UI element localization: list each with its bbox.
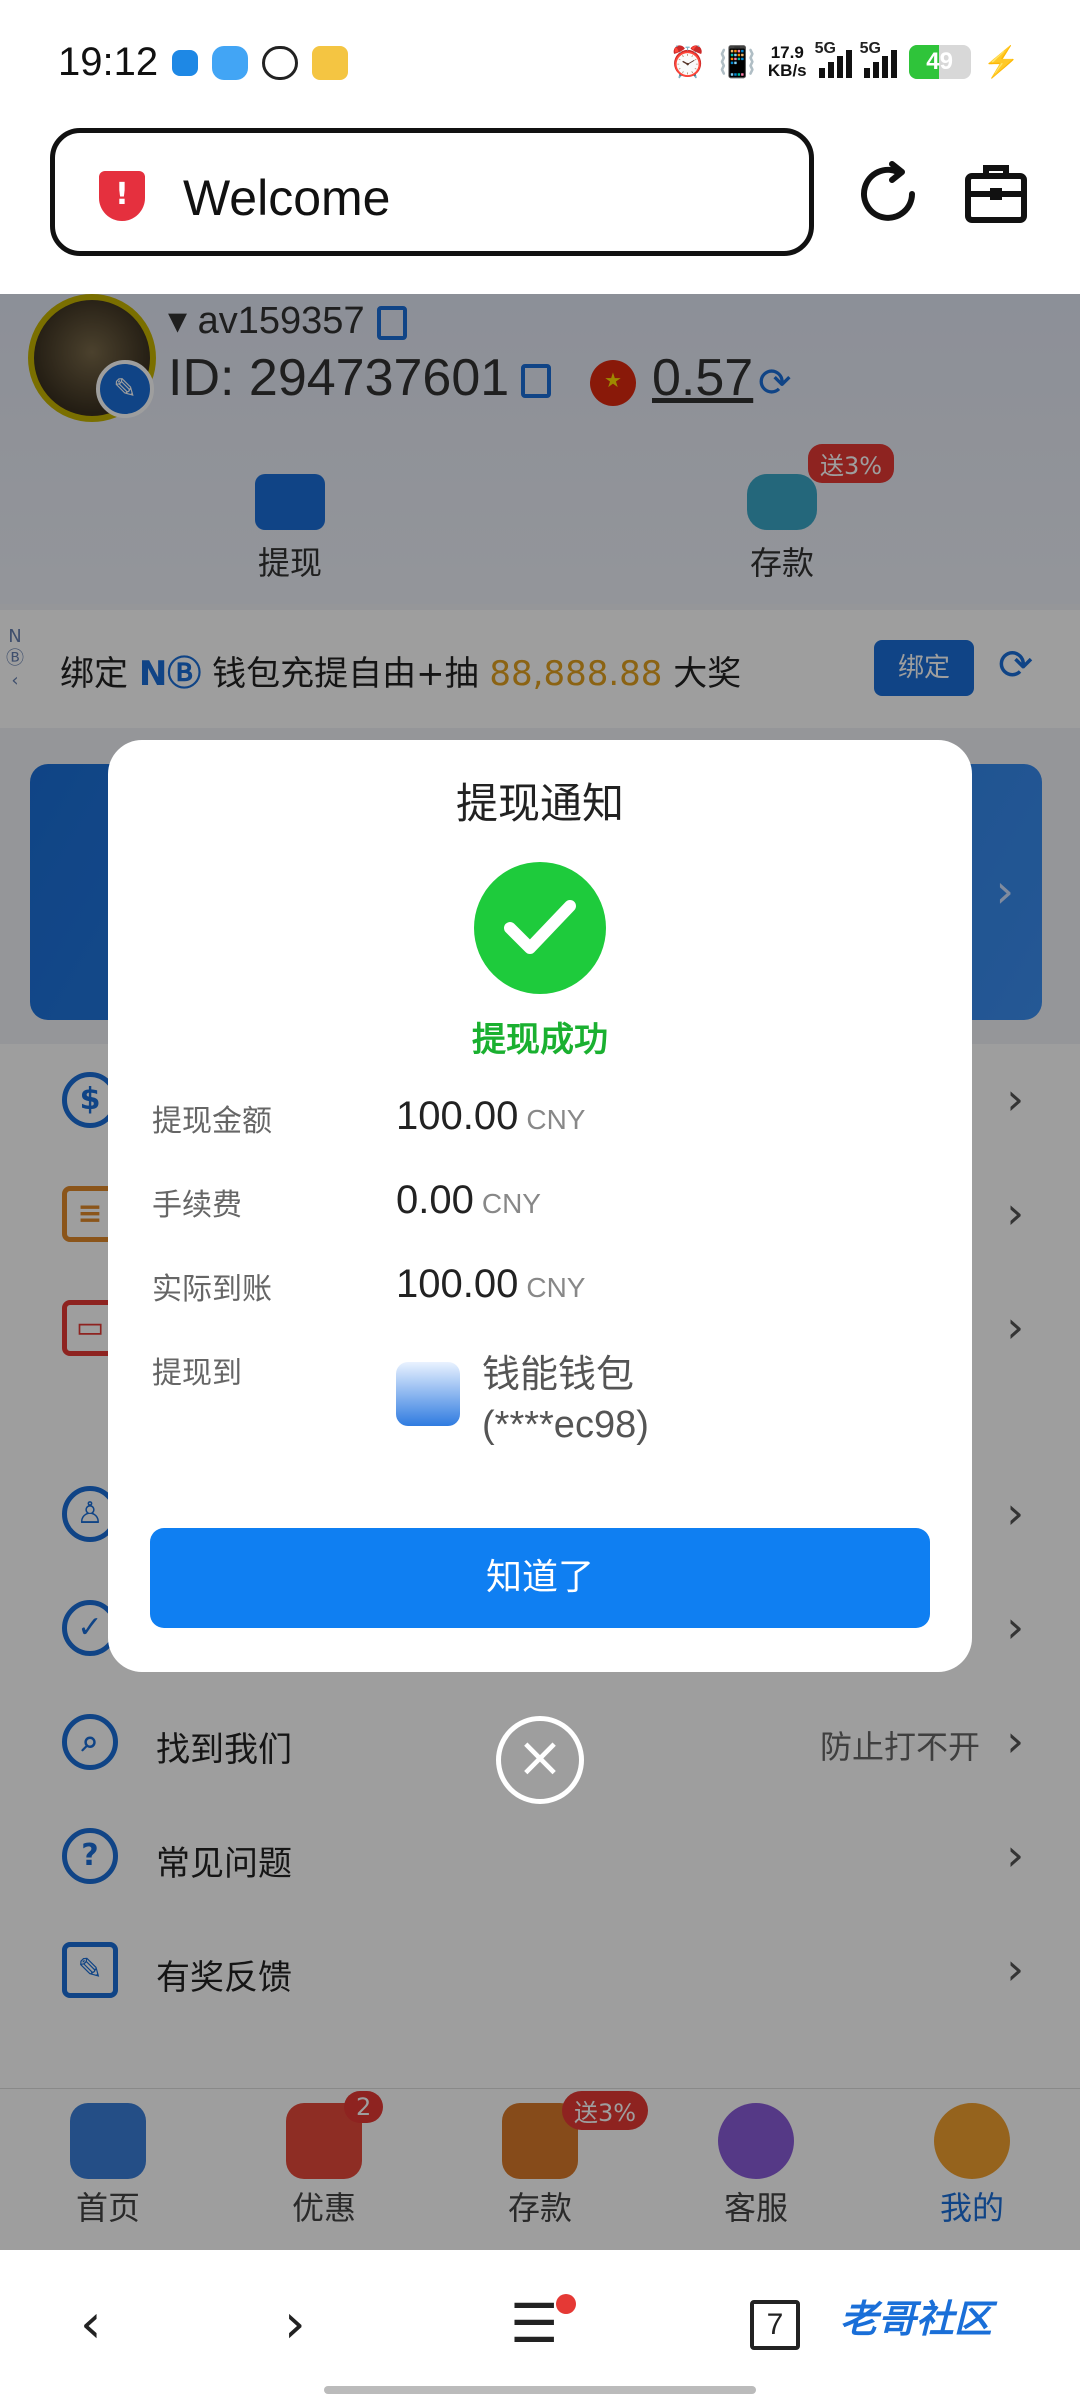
app-notification-icon [212,46,248,80]
back-icon[interactable]: ‹ [80,2292,102,2355]
fee-value: 0.00 CNY [396,1178,541,1222]
toolbox-icon[interactable] [960,158,1032,230]
alarm-icon: ⏰ [669,45,707,79]
amount-value: 100.00 CNY [396,1094,586,1138]
amount-label: 提现金额 [152,1104,272,1139]
withdraw-notice-dialog: 提现通知 提现成功 提现金额 100.00 CNY 手续费 0.00 CNY 实际到… [108,740,972,1672]
address-bar[interactable]: ! Welcome [50,128,814,256]
watermark-logo: 老哥社区 [840,2297,993,2341]
dialog-title: 提现通知 [455,779,624,828]
signal-5g-icon: 5G [815,40,852,78]
charging-icon: ⚡ [982,45,1020,79]
gesture-bar[interactable] [324,2386,756,2394]
tabs-count-button[interactable]: 7 [750,2300,800,2350]
vibrate-icon: 📳 [718,45,756,79]
close-icon[interactable]: × [496,1716,584,1804]
status-notification-icons [172,46,348,80]
status-time: 19:12 [58,40,159,84]
status-indicators: ⏰ 📳 17.9 KB/s 5G 5G 49 ⚡ [669,40,1020,80]
signal-5g-icon: 5G [860,40,897,78]
notification-dot [556,2294,576,2314]
menu-icon[interactable]: ☰ [510,2292,558,2355]
page-title: Welcome [183,170,391,226]
browser-nav-bar: ‹ › ☰ 7 老哥社区 [0,2250,1080,2400]
notes-icon [312,46,348,80]
weibo-icon [262,46,298,80]
acknowledge-button[interactable]: 知道了 [150,1528,930,1628]
received-label: 实际到账 [152,1272,272,1307]
status-bar: 19:12 ⏰ 📳 17.9 KB/s 5G 5G 49 ⚡ [0,0,1080,120]
wallet-app-icon [396,1362,460,1426]
refresh-icon[interactable] [852,158,924,230]
network-speed: 17.9 KB/s [767,43,807,80]
destination-label: 提现到 [152,1356,242,1391]
battery-icon: 49 [908,45,971,79]
security-warning-icon[interactable]: ! [99,171,145,221]
status-text: 提现成功 [472,1020,608,1060]
success-check-icon [474,862,606,994]
app-notification-icon [172,50,198,76]
fee-label: 手续费 [152,1188,242,1223]
forward-icon[interactable]: › [284,2292,306,2355]
received-value: 100.00 CNY [396,1262,586,1306]
destination-wallet: 钱能钱包 (****ec98) [482,1354,649,1446]
